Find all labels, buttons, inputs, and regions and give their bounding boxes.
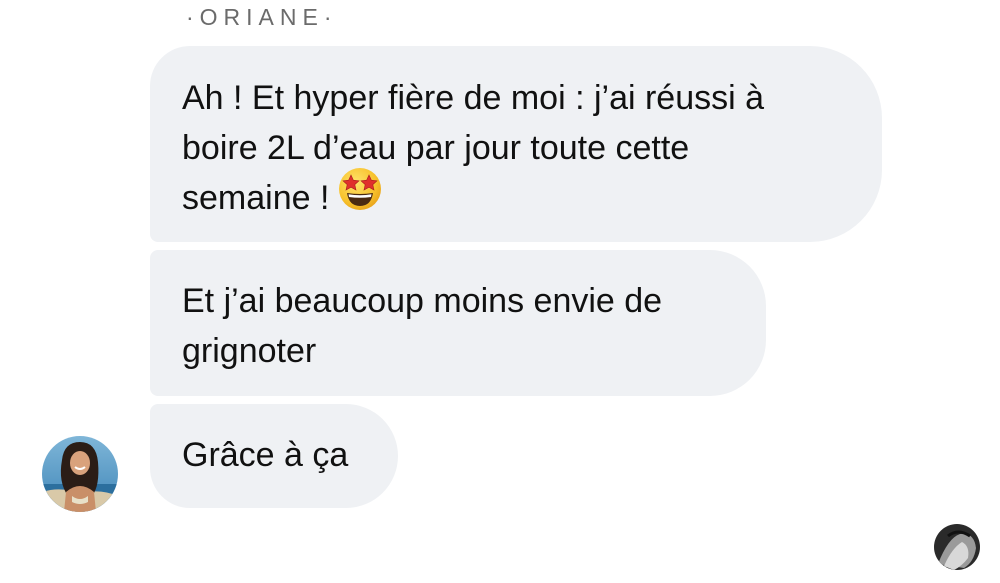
message-text-line: semaine !	[182, 179, 330, 217]
message-text-line: Ah ! Et hyper fière de moi : j’ai réussi…	[182, 79, 765, 117]
message-text-line: boire 2L d’eau par jour toute cette	[182, 129, 690, 167]
user-avatar[interactable]	[934, 524, 980, 570]
message-text-line: Et j’ai beaucoup moins envie de	[182, 282, 663, 320]
sender-name: ·ORIANE·	[186, 4, 338, 30]
message-bubble[interactable]: Grâce à ça	[150, 404, 398, 508]
message-text-line: grignoter	[182, 332, 317, 370]
contact-avatar[interactable]	[42, 436, 118, 512]
message-text-line-with-emoji: semaine !	[182, 168, 850, 226]
message-text-line: Grâce à ça	[182, 436, 349, 474]
message-bubble[interactable]: Ah ! Et hyper fière de moi : j’ai réussi…	[150, 46, 882, 242]
star-struck-emoji-icon	[337, 166, 383, 226]
message-bubble[interactable]: Et j’ai beaucoup moins envie de grignote…	[150, 250, 766, 396]
